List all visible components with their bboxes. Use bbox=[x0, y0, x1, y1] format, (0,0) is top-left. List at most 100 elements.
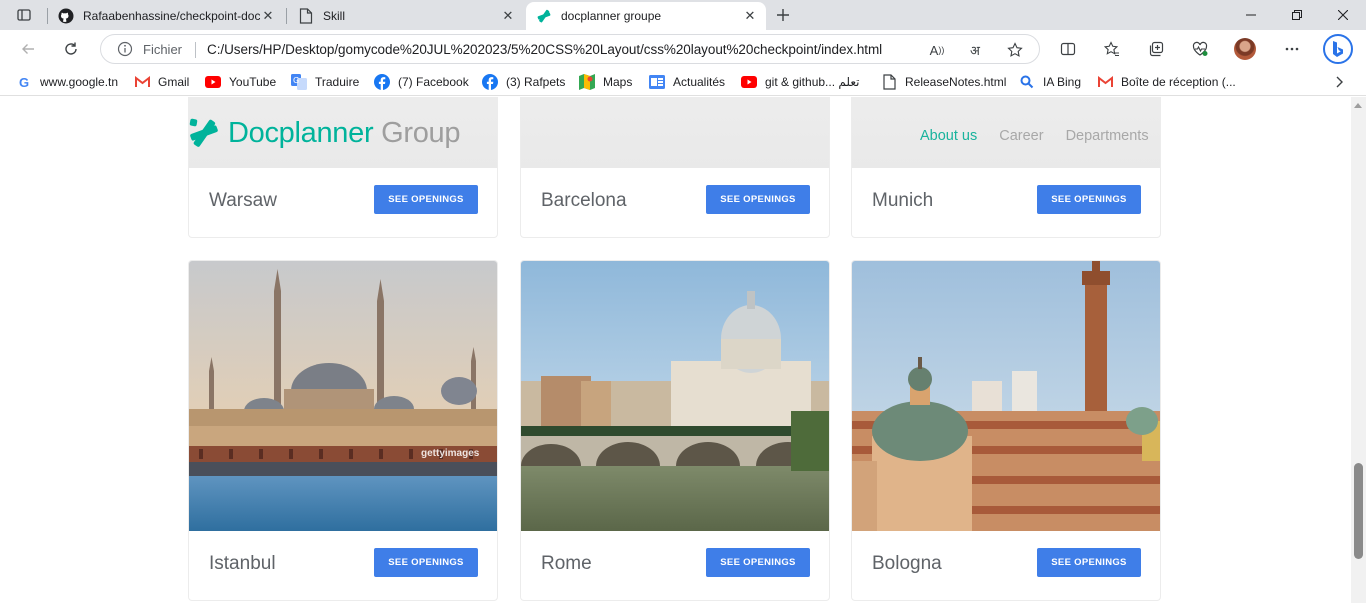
news-icon bbox=[649, 74, 665, 90]
close-tab-icon[interactable]: ✕ bbox=[500, 8, 516, 24]
city-name: Istanbul bbox=[209, 553, 276, 574]
bookmark-label: YouTube bbox=[229, 75, 277, 89]
bookmark-google[interactable]: G www.google.tn bbox=[16, 74, 118, 90]
office-card-bologna: Bologna SEE OPENINGS bbox=[851, 260, 1161, 601]
bookmark-gmail[interactable]: Gmail bbox=[134, 74, 189, 90]
tab-github[interactable]: Rafaabenhassine/checkpoint-doc ✕ bbox=[48, 2, 284, 30]
bing-copilot-button[interactable] bbox=[1323, 34, 1353, 64]
back-arrow-icon bbox=[22, 44, 34, 54]
tab-actions-icon bbox=[17, 9, 31, 21]
bookmark-label: Actualités bbox=[673, 75, 726, 89]
bookmark-releasenotes[interactable]: ReleaseNotes.html bbox=[881, 74, 1006, 90]
minimize-icon bbox=[1246, 14, 1256, 16]
bookmark-rafpets[interactable]: (3) Rafpets bbox=[482, 74, 565, 90]
back-button[interactable] bbox=[14, 35, 42, 63]
scrollbar-thumb[interactable] bbox=[1354, 463, 1363, 559]
info-icon[interactable] bbox=[117, 41, 133, 57]
minimize-button[interactable] bbox=[1228, 0, 1274, 30]
restore-button[interactable] bbox=[1274, 0, 1320, 30]
bookmark-boite-reception[interactable]: Boîte de réception (... bbox=[1097, 74, 1236, 90]
city-name: Munich bbox=[872, 190, 934, 211]
favorites-icon bbox=[1104, 41, 1119, 57]
translate-icon[interactable]: अ bbox=[963, 38, 987, 62]
refresh-button[interactable] bbox=[57, 35, 85, 63]
bookmarks-more-button[interactable] bbox=[1332, 74, 1348, 90]
performance-button[interactable] bbox=[1186, 35, 1214, 63]
tab-actions-button[interactable] bbox=[12, 4, 36, 26]
city-photo-bologna bbox=[852, 261, 1160, 531]
browser-toolbar: Fichier C:/Users/HP/Desktop/gomycode%20J… bbox=[0, 30, 1366, 68]
close-window-button[interactable] bbox=[1320, 0, 1366, 30]
split-screen-button[interactable] bbox=[1054, 35, 1082, 63]
profile-avatar[interactable] bbox=[1234, 38, 1256, 60]
city-name: Bologna bbox=[872, 553, 942, 574]
see-openings-button[interactable]: SEE OPENINGS bbox=[706, 548, 810, 577]
tab-title: Rafaabenhassine/checkpoint-doc bbox=[83, 9, 260, 23]
nav-career[interactable]: Career bbox=[999, 128, 1043, 144]
bookmarks-bar: G www.google.tn Gmail YouTube G Traduire… bbox=[0, 68, 1366, 96]
bookmark-label: Gmail bbox=[158, 75, 190, 89]
bookmark-label: www.google.tn bbox=[40, 75, 119, 89]
bookmark-label: Traduire bbox=[315, 75, 360, 89]
github-icon bbox=[58, 8, 74, 24]
address-url[interactable]: C:/Users/HP/Desktop/gomycode%20JUL%20202… bbox=[207, 42, 882, 57]
gettyimages-watermark: gettyimages bbox=[421, 448, 480, 459]
bookmark-maps[interactable]: Maps bbox=[579, 74, 632, 90]
page-viewport: Warsaw SEE OPENINGS Barcelona SEE OPENIN… bbox=[0, 97, 1351, 603]
search-icon bbox=[1019, 74, 1035, 90]
city-name: Barcelona bbox=[541, 190, 627, 211]
see-openings-button[interactable]: SEE OPENINGS bbox=[374, 548, 478, 577]
address-bar[interactable]: Fichier C:/Users/HP/Desktop/gomycode%20J… bbox=[100, 34, 1040, 64]
bookmark-actualites[interactable]: Actualités bbox=[649, 74, 725, 90]
nav-departments[interactable]: Departments bbox=[1066, 128, 1149, 144]
more-menu-button[interactable] bbox=[1278, 35, 1306, 63]
see-openings-button[interactable]: SEE OPENINGS bbox=[374, 185, 478, 214]
bookmark-youtube[interactable]: YouTube bbox=[205, 74, 276, 90]
office-card-istanbul: gettyimages Istanbul SEE OPENINGS bbox=[188, 260, 498, 601]
bookmark-git-github[interactable]: git & github... تعلم bbox=[741, 74, 859, 90]
nav-about-us[interactable]: About us bbox=[920, 128, 977, 144]
maps-icon bbox=[579, 74, 595, 90]
bookmark-ia-bing[interactable]: IA Bing bbox=[1019, 74, 1081, 90]
see-openings-button[interactable]: SEE OPENINGS bbox=[1037, 185, 1141, 214]
see-openings-button[interactable]: SEE OPENINGS bbox=[1037, 548, 1141, 577]
bookmark-label: ReleaseNotes.html bbox=[905, 75, 1007, 89]
city-name: Rome bbox=[541, 553, 592, 574]
favorites-button[interactable] bbox=[1098, 35, 1126, 63]
bookmark-facebook[interactable]: (7) Facebook bbox=[374, 74, 469, 90]
tab-skill[interactable]: Skill ✕ bbox=[288, 2, 524, 30]
google-icon: G bbox=[18, 74, 30, 90]
card-footer: Rome SEE OPENINGS bbox=[521, 531, 829, 600]
youtube-icon bbox=[741, 74, 757, 90]
tab-title: docplanner groupe bbox=[561, 9, 662, 23]
page-scrollbar[interactable] bbox=[1351, 97, 1366, 603]
new-tab-button[interactable] bbox=[771, 4, 795, 26]
more-dots-icon bbox=[1285, 47, 1299, 51]
scroll-up-arrow-icon[interactable] bbox=[1354, 103, 1362, 108]
tab-docplanner[interactable]: docplanner groupe ✕ bbox=[526, 2, 766, 30]
bookmark-label: Boîte de réception (... bbox=[1121, 75, 1236, 89]
close-tab-icon[interactable]: ✕ bbox=[742, 8, 758, 24]
collections-button[interactable] bbox=[1142, 35, 1170, 63]
close-tab-icon[interactable]: ✕ bbox=[260, 8, 276, 24]
bookmark-traduire[interactable]: G Traduire bbox=[291, 74, 359, 90]
city-photo-rome bbox=[521, 261, 829, 531]
bookmark-label: git & github... تعلم bbox=[765, 75, 860, 89]
favorite-star-icon[interactable] bbox=[1003, 38, 1027, 62]
see-openings-button[interactable]: SEE OPENINGS bbox=[706, 185, 810, 214]
card-footer: Munich SEE OPENINGS bbox=[852, 168, 1160, 237]
split-screen-icon bbox=[1060, 42, 1076, 56]
card-footer: Bologna SEE OPENINGS bbox=[852, 531, 1160, 600]
restore-icon bbox=[1292, 10, 1302, 20]
bing-icon bbox=[1333, 41, 1343, 57]
svg-text:G: G bbox=[293, 76, 299, 85]
docplanner-logo[interactable]: Docplanner Group bbox=[188, 115, 460, 151]
refresh-icon bbox=[65, 42, 77, 55]
chevron-right-icon bbox=[1336, 76, 1343, 88]
facebook-icon bbox=[482, 74, 498, 90]
logo-group: Group bbox=[373, 116, 461, 149]
read-aloud-icon[interactable]: A)) bbox=[925, 38, 949, 62]
logo-wordmark: Docplanner Group bbox=[228, 117, 460, 150]
office-card-rome: Rome SEE OPENINGS bbox=[520, 260, 830, 601]
bookmark-label: (3) Rafpets bbox=[506, 75, 566, 89]
